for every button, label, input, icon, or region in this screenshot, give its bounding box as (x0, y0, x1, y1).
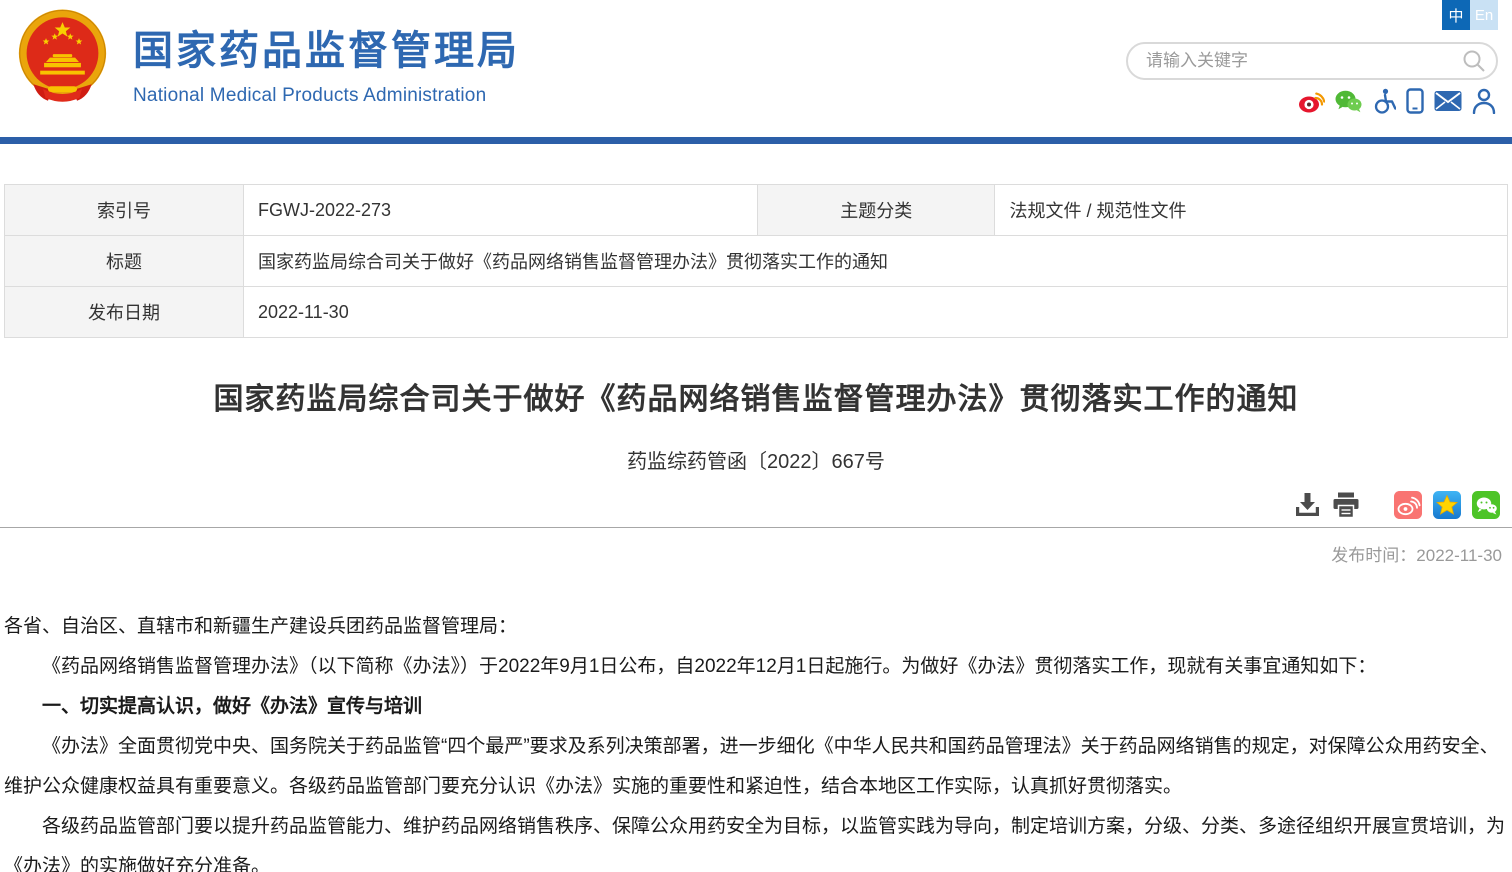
paragraph-2: 各级药品监管部门要以提升药品监管能力、维护药品网络销售秩序、保障公众用药安全为目… (4, 807, 1508, 872)
document-meta-table: 索引号 FGWJ-2022-273 主题分类 法规文件 / 规范性文件 标题 国… (4, 184, 1508, 338)
home-link[interactable]: 国家药品监督管理局 National Medical Products Admi… (14, 6, 520, 119)
download-icon[interactable] (1294, 492, 1321, 518)
meta-row-1: 索引号 FGWJ-2022-273 主题分类 法规文件 / 规范性文件 (5, 185, 1508, 236)
site-header: 国家药品监督管理局 National Medical Products Admi… (0, 0, 1512, 137)
weibo-icon[interactable] (1298, 89, 1325, 113)
meta-row-2: 标题 国家药监局综合司关于做好《药品网络销售监督管理办法》贯彻落实工作的通知 (5, 236, 1508, 287)
article-action-row (12, 491, 1500, 519)
site-title: 国家药品监督管理局 (133, 18, 520, 76)
publish-time: 发布时间：2022-11-30 (10, 541, 1502, 566)
meta-value-title: 国家药监局综合司关于做好《药品网络销售监督管理办法》贯彻落实工作的通知 (243, 236, 1507, 287)
language-toggle: 中 En (1442, 0, 1498, 30)
paragraph-1: 《办法》全面贯彻党中央、国务院关于药品监管“四个最严”要求及系列决策部署，进一步… (4, 727, 1508, 807)
header-divider-bar (0, 137, 1512, 144)
lang-en-button[interactable]: En (1470, 0, 1498, 30)
article: 国家药监局综合司关于做好《药品网络销售监督管理办法》贯彻落实工作的通知 药监综药… (0, 374, 1512, 872)
china-national-emblem-icon (14, 6, 111, 119)
mail-icon[interactable] (1434, 90, 1462, 112)
header-social-row (1298, 88, 1496, 114)
lang-zh-button[interactable]: 中 (1442, 0, 1470, 30)
search-input[interactable] (1144, 50, 1462, 72)
page: 国家药品监督管理局 National Medical Products Admi… (0, 0, 1512, 872)
section-heading-1: 一、切实提高认识，做好《办法》宣传与培训 (4, 687, 1508, 727)
share-weibo-icon[interactable] (1394, 491, 1422, 519)
wechat-icon[interactable] (1335, 89, 1362, 113)
brand-text: 国家药品监督管理局 National Medical Products Admi… (133, 6, 520, 107)
site-subtitle: National Medical Products Administration (133, 85, 520, 107)
article-divider (0, 527, 1512, 528)
document-number: 药监综药管函〔2022〕667号 (0, 445, 1512, 474)
meta-value-topic: 法规文件 / 规范性文件 (995, 185, 1508, 236)
paragraph-intro: 《药品网络销售监督管理办法》（以下简称《办法》）于2022年9月1日公布，自20… (4, 647, 1508, 687)
meta-label-index: 索引号 (5, 185, 244, 236)
print-icon[interactable] (1332, 492, 1360, 518)
share-wechat-icon[interactable] (1472, 491, 1500, 519)
mobile-icon[interactable] (1406, 88, 1424, 114)
search-box (1126, 42, 1498, 80)
search-icon[interactable] (1462, 49, 1486, 73)
accessibility-icon[interactable] (1372, 88, 1396, 114)
meta-value-index: FGWJ-2022-273 (243, 185, 757, 236)
user-icon[interactable] (1472, 88, 1496, 114)
meta-label-title: 标题 (5, 236, 244, 287)
meta-label-topic: 主题分类 (757, 185, 994, 236)
share-qzone-icon[interactable] (1433, 491, 1461, 519)
paragraph-salutation: 各省、自治区、直辖市和新疆生产建设兵团药品监督管理局： (4, 607, 1508, 647)
meta-value-date: 2022-11-30 (243, 287, 1507, 338)
document-title: 国家药监局综合司关于做好《药品网络销售监督管理办法》贯彻落实工作的通知 (60, 374, 1452, 418)
article-body: 各省、自治区、直辖市和新疆生产建设兵团药品监督管理局： 《药品网络销售监督管理办… (4, 607, 1508, 872)
meta-label-date: 发布日期 (5, 287, 244, 338)
meta-row-3: 发布日期 2022-11-30 (5, 287, 1508, 338)
